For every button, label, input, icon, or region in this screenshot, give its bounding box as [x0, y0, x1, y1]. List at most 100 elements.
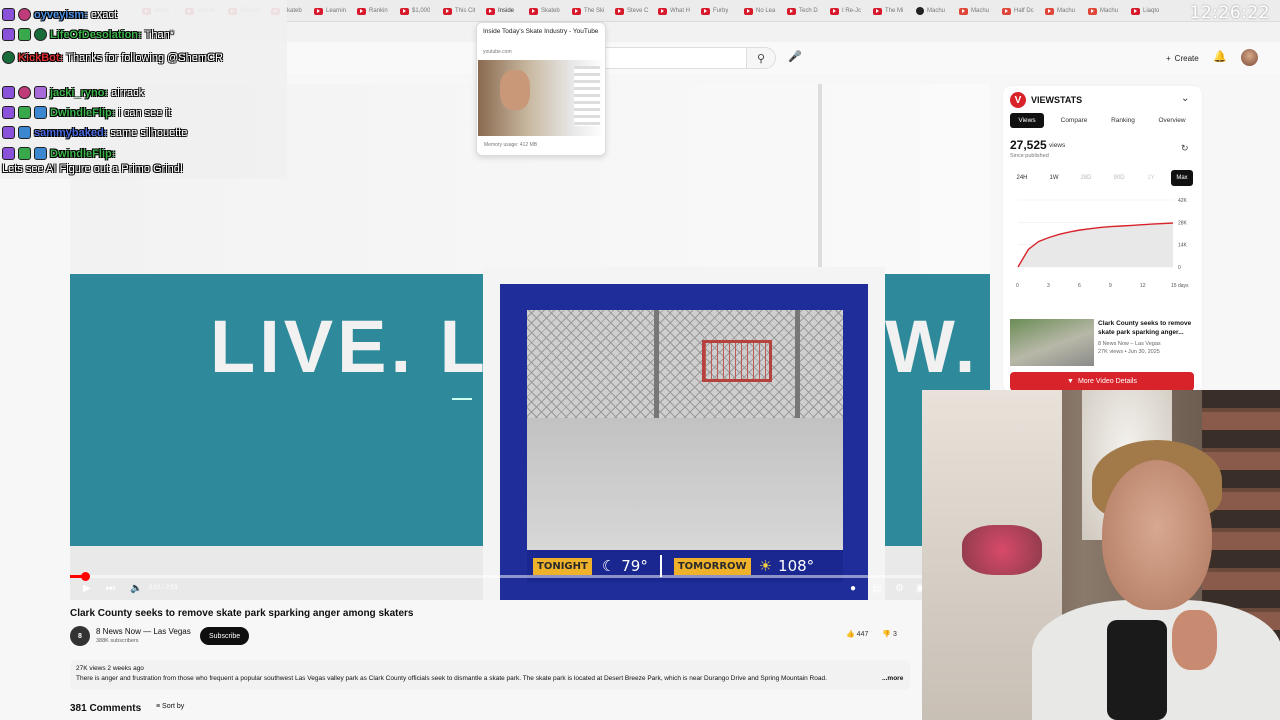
like-button[interactable]: 👍 447	[846, 630, 868, 638]
range-1w[interactable]: 1W	[1043, 170, 1065, 186]
chat-message: oyveyism: exact	[2, 8, 117, 21]
channel-avatar[interactable]: 8	[70, 626, 90, 646]
chevron-down-icon[interactable]: ⌄	[1181, 93, 1189, 104]
chat-badge-icon	[2, 51, 15, 64]
next-icon[interactable]: ⏭	[106, 583, 115, 594]
browser-tab[interactable]: Liaqto	[1131, 4, 1159, 18]
browser-tab[interactable]: Inside	[486, 4, 514, 18]
moon-icon: ☾	[601, 557, 616, 575]
account-avatar[interactable]	[1241, 49, 1258, 66]
subscribe-button[interactable]: Subscribe	[200, 627, 250, 645]
browser-tab[interactable]: Rankin	[357, 4, 388, 18]
browser-tab[interactable]: $1,000	[400, 4, 430, 18]
sort-comments-button[interactable]: ≡ Sort by	[156, 703, 184, 710]
captions-icon[interactable]: ▤	[872, 583, 881, 594]
chat-text: same silhouette	[110, 126, 188, 139]
tab-favicon-icon	[1131, 7, 1140, 15]
browser-tab[interactable]: What H	[658, 4, 690, 18]
browser-tab[interactable]: Half Dc	[1002, 4, 1034, 18]
chat-message: DwindleFlip: i can see it	[2, 106, 171, 119]
viewstats-view-unit: views	[1049, 142, 1066, 149]
description-more-link[interactable]: ...more	[882, 675, 903, 682]
chat-username: jacki_ryno:	[50, 86, 109, 99]
notifications-bell-icon[interactable]: 🔔	[1213, 50, 1227, 63]
more-video-details-button[interactable]: ▼ More Video Details	[1010, 372, 1194, 391]
browser-tab[interactable]: Machu	[916, 4, 945, 18]
chart-xtick-label: 6	[1078, 283, 1081, 289]
browser-tab[interactable]: Skateb	[529, 4, 560, 18]
chart-xtick-label: 0	[1016, 283, 1019, 289]
settings-gear-icon[interactable]: ⚙	[895, 583, 904, 594]
browser-tab[interactable]: This Cit	[443, 4, 475, 18]
shopping-cart	[702, 340, 772, 382]
viewstats-video-thumbnail[interactable]	[1010, 319, 1094, 366]
search-icon: ⚲	[756, 52, 766, 65]
tab-label: Machu	[971, 8, 990, 14]
browser-tab[interactable]: Machu	[1045, 4, 1075, 18]
browser-tab[interactable]: Tech D	[787, 4, 818, 18]
chat-username: LifeOfDesolation:	[50, 28, 142, 41]
chat-text: exact	[90, 8, 118, 21]
like-dislike-group: 👍 447 👎 3	[846, 630, 897, 638]
skatepark-ground	[527, 418, 843, 560]
range-1y[interactable]: 1Y	[1140, 170, 1162, 186]
create-button[interactable]: + Create	[1158, 49, 1207, 67]
viewstats-tab-overview[interactable]: Overview	[1152, 113, 1192, 128]
tab-label: Furby	[713, 8, 729, 14]
channel-name[interactable]: 8 News Now — Las Vegas	[96, 627, 191, 636]
tab-favicon-icon	[400, 7, 409, 15]
tab-favicon-icon	[615, 7, 624, 15]
browser-tab[interactable]: The Mi	[873, 4, 903, 18]
comments-count: 381 Comments	[70, 703, 142, 714]
browser-tab[interactable]: Learnin	[314, 4, 346, 18]
video-overlay-text-left: LIVE. L	[210, 305, 489, 388]
viewstats-video-title[interactable]: Clark County seeks to remove skate park …	[1098, 319, 1198, 337]
range-28d[interactable]: 28D	[1075, 170, 1097, 186]
tab-favicon-icon	[357, 7, 366, 15]
volume-icon[interactable]: 🔈	[130, 583, 142, 594]
browser-tab[interactable]: Steve C	[615, 4, 648, 18]
chart-xtick-label: 9	[1109, 283, 1112, 289]
sort-label: Sort by	[162, 703, 185, 710]
viewstats-video-meta: 27K views • Jun 30, 2025	[1098, 349, 1160, 355]
sun-icon: ☀	[758, 557, 773, 575]
browser-tab[interactable]: Furby	[701, 4, 728, 18]
tab-label: What H	[670, 8, 691, 14]
chat-text: airrack	[111, 86, 145, 99]
range-max[interactable]: Max	[1171, 170, 1193, 186]
tab-hover-title: Inside Today's Skate Industry - YouTube	[483, 28, 599, 35]
tab-favicon-icon	[959, 7, 968, 15]
tab-favicon-icon	[658, 7, 667, 15]
tomorrow-temp: 108°	[778, 557, 815, 575]
webcam-face	[1102, 460, 1212, 610]
autoplay-toggle[interactable]: ●	[850, 583, 856, 594]
viewstats-tab-ranking[interactable]: Ranking	[1103, 113, 1143, 128]
tab-label: $1,000	[412, 8, 431, 14]
video-scrubber-handle[interactable]	[81, 572, 90, 581]
chat-badge-icon	[18, 28, 31, 41]
search-input[interactable]	[600, 47, 746, 69]
microphone-icon[interactable]: 🎤	[787, 50, 803, 66]
viewstats-tab-compare[interactable]: Compare	[1053, 113, 1095, 128]
video-dash	[452, 398, 472, 400]
viewstats-tab-views[interactable]: Views	[1010, 113, 1044, 128]
browser-tab[interactable]: The Ski	[572, 4, 604, 18]
webcam-microphone	[1107, 620, 1167, 720]
tab-label: Liaqto	[1143, 8, 1160, 14]
tab-favicon-icon	[787, 7, 796, 15]
video-progress-bar[interactable]	[70, 575, 930, 578]
tab-label: Steve C	[627, 8, 649, 14]
refresh-icon[interactable]: ↻	[1181, 143, 1189, 154]
browser-tab[interactable]: Machu	[1088, 4, 1118, 18]
browser-tab[interactable]: No Lea	[744, 4, 775, 18]
browser-tab[interactable]: Machu	[959, 4, 989, 18]
tab-label: Machu	[1100, 8, 1119, 14]
viewstats-v-icon: ▼	[1067, 378, 1074, 385]
search-button[interactable]: ⚲	[746, 47, 776, 69]
dislike-button[interactable]: 👎 3	[882, 630, 897, 638]
browser-tab[interactable]: I Re-Jc	[830, 4, 861, 18]
play-icon[interactable]: ▶	[83, 583, 91, 594]
range-90d[interactable]: 90D	[1108, 170, 1130, 186]
range-24h[interactable]: 24H	[1011, 170, 1033, 186]
viewstats-since: Since published	[1010, 153, 1049, 159]
